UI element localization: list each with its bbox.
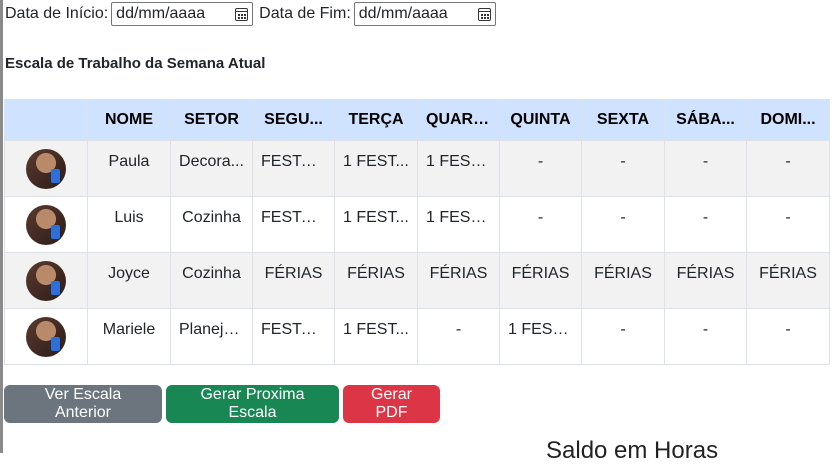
day-cell: FESTAS... bbox=[252, 140, 335, 197]
day-cell: 1 FEST... bbox=[499, 308, 582, 365]
generate-next-schedule-button[interactable]: Gerar Proxima Escala bbox=[166, 385, 339, 423]
hours-balance-heading: Saldo em Horas bbox=[546, 437, 719, 464]
sector-cell: Decora... bbox=[170, 140, 253, 197]
column-header-name: NOME bbox=[87, 99, 171, 141]
day-cell: - bbox=[664, 196, 747, 253]
day-cell: 1 FEST... bbox=[334, 308, 418, 365]
end-date-input[interactable]: dd/mm/aaaa bbox=[353, 2, 496, 26]
day-cell: FÉRIAS bbox=[252, 252, 335, 309]
start-date-input[interactable]: dd/mm/aaaa bbox=[111, 2, 254, 26]
day-cell: FÉRIAS bbox=[334, 252, 418, 309]
day-cell: 1 FEST... bbox=[334, 140, 418, 197]
table-row: Paula Decora... FESTAS... 1 FEST... 1 FE… bbox=[4, 140, 830, 197]
name-cell: Luis bbox=[87, 196, 171, 253]
column-header-saturday: SÁBA... bbox=[664, 99, 747, 141]
name-cell: Paula bbox=[87, 140, 171, 197]
column-header-photo bbox=[4, 99, 88, 141]
photo-cell bbox=[4, 140, 88, 197]
column-header-friday: SEXTA bbox=[581, 99, 665, 141]
previous-schedule-button[interactable]: Ver Escala Anterior bbox=[4, 385, 162, 423]
calendar-icon[interactable] bbox=[235, 7, 249, 21]
day-cell: - bbox=[746, 308, 830, 365]
avatar bbox=[26, 260, 66, 301]
day-cell: FESTAS... bbox=[252, 196, 335, 253]
day-cell: - bbox=[664, 308, 747, 365]
day-cell: FÉRIAS bbox=[746, 252, 830, 309]
column-header-tuesday: TERÇA bbox=[334, 99, 418, 141]
table-row: Luis Cozinha FESTAS... 1 FEST... 1 FEST.… bbox=[4, 196, 830, 253]
column-header-wednesday: QUARTA bbox=[417, 99, 500, 141]
photo-cell bbox=[4, 196, 88, 253]
day-cell: FÉRIAS bbox=[499, 252, 582, 309]
table-header-row: NOME SETOR SEGU... TERÇA QUARTA QUINTA S… bbox=[4, 99, 830, 141]
day-cell: - bbox=[581, 196, 665, 253]
avatar bbox=[26, 204, 66, 245]
table-row: Mariele Planeja... FESTAS... 1 FEST... -… bbox=[4, 308, 830, 365]
day-cell: FÉRIAS bbox=[664, 252, 747, 309]
day-cell: - bbox=[499, 196, 582, 253]
sector-cell: Planeja... bbox=[170, 308, 253, 365]
day-cell: - bbox=[746, 140, 830, 197]
day-cell: FÉRIAS bbox=[581, 252, 665, 309]
day-cell: - bbox=[417, 308, 500, 365]
start-date-value: dd/mm/aaaa bbox=[116, 5, 206, 22]
table-row: Joyce Cozinha FÉRIAS FÉRIAS FÉRIAS FÉRIA… bbox=[4, 252, 830, 309]
day-cell: - bbox=[746, 196, 830, 253]
column-header-thursday: QUINTA bbox=[499, 99, 582, 141]
day-cell: FÉRIAS bbox=[417, 252, 500, 309]
name-cell: Mariele bbox=[87, 308, 171, 365]
day-cell: - bbox=[581, 308, 665, 365]
calendar-icon[interactable] bbox=[477, 7, 491, 21]
day-cell: - bbox=[581, 140, 665, 197]
avatar bbox=[26, 148, 66, 189]
generate-pdf-button[interactable]: Gerar PDF bbox=[343, 385, 440, 423]
day-cell: 1 FEST... bbox=[334, 196, 418, 253]
page-title: Escala de Trabalho da Semana Atual bbox=[5, 55, 266, 72]
schedule-table: NOME SETOR SEGU... TERÇA QUARTA QUINTA S… bbox=[4, 99, 830, 365]
day-cell: 1 FEST... bbox=[417, 140, 500, 197]
start-date-label: Data de Início: bbox=[5, 5, 109, 22]
column-header-monday: SEGU... bbox=[252, 99, 335, 141]
day-cell: 1 FEST... bbox=[417, 196, 500, 253]
name-cell: Joyce bbox=[87, 252, 171, 309]
day-cell: - bbox=[499, 140, 582, 197]
end-date-label: Data de Fim: bbox=[259, 5, 351, 22]
photo-cell bbox=[4, 252, 88, 309]
day-cell: - bbox=[664, 140, 747, 197]
avatar bbox=[26, 316, 66, 357]
sector-cell: Cozinha bbox=[170, 196, 253, 253]
column-header-sector: SETOR bbox=[170, 99, 253, 141]
day-cell: FESTAS... bbox=[252, 308, 335, 365]
end-date-value: dd/mm/aaaa bbox=[358, 5, 448, 22]
date-filter-row: Data de Início: dd/mm/aaaa Data de Fim: … bbox=[5, 1, 496, 27]
window-edge bbox=[0, 0, 3, 453]
column-header-sunday: DOMI... bbox=[746, 99, 830, 141]
action-buttons: Ver Escala Anterior Gerar Proxima Escala… bbox=[4, 385, 444, 423]
photo-cell bbox=[4, 308, 88, 365]
sector-cell: Cozinha bbox=[170, 252, 253, 309]
